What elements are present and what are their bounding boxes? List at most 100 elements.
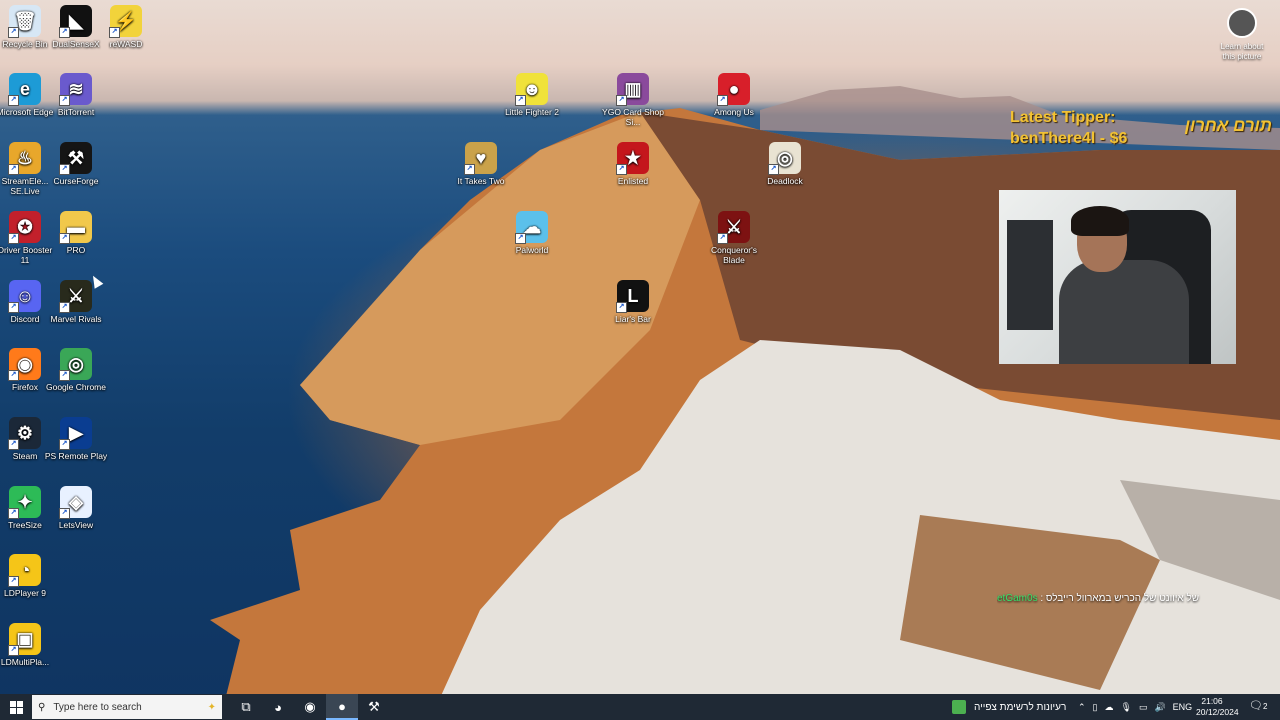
shortcut-arrow-icon: ↗: [59, 508, 70, 519]
firefox-icon: ◉: [304, 699, 316, 714]
conquerors-blade-icon: ⚔ ↗: [717, 211, 750, 244]
desktop-icon-ldplayer[interactable]: ◔ ↗ LDPlayer 9: [0, 554, 57, 598]
shortcut-arrow-icon: ↗: [59, 164, 70, 175]
liars-bar-icon: L ↗: [616, 280, 649, 313]
bittorrent-icon: ≋ ↗: [59, 73, 92, 106]
shortcut-arrow-icon: ↗: [8, 576, 19, 587]
taskbar-pinned-apps: ⧉ ◕ ◉ ● ⚒: [230, 694, 390, 720]
volume-icon[interactable]: 🔊: [1154, 702, 1165, 713]
chat-marquee: etGam0s : של איוונט של הכריש במארוול ריי…: [997, 593, 1207, 604]
desktop-icon-rewasd[interactable]: ⚡ ↗ reWASD: [94, 5, 158, 49]
discord-icon: ☺ ↗: [8, 280, 41, 313]
desktop-icon-label: Marvel Rivals: [50, 314, 102, 324]
desktop-icon-label: CurseForge: [53, 176, 99, 186]
desktop-icon-pro-folder[interactable]: ▬ ↗ PRO: [44, 211, 108, 255]
shortcut-arrow-icon: ↗: [59, 233, 70, 244]
desktop-icon-label: LDMultiPla...: [0, 657, 50, 667]
microphone-icon[interactable]: 🎙: [1121, 702, 1132, 713]
desktop-icon-enlisted[interactable]: ★ ↗ Enlisted: [601, 142, 665, 186]
search-placeholder: Type here to search: [53, 701, 142, 713]
desktop-icon-label: PRO: [66, 245, 86, 255]
desktop-icon-label: Enlisted: [617, 176, 649, 186]
desktop-icon-it-takes-two[interactable]: ♥ ↗ It Takes Two: [449, 142, 513, 186]
desktop-icon-label: Among Us: [714, 107, 754, 117]
desktop-icon-google-chrome[interactable]: ◎ ↗ Google Chrome: [44, 348, 108, 392]
desktop-icon-palworld[interactable]: ☁ ↗ Palworld: [500, 211, 564, 255]
shortcut-arrow-icon: ↗: [8, 508, 19, 519]
language-indicator[interactable]: ENG: [1173, 702, 1193, 712]
news-widget[interactable]: רעיונות לרשימת צפייה: [952, 694, 1066, 720]
shortcut-arrow-icon: ↗: [8, 370, 19, 381]
palworld-icon: ☁ ↗: [515, 211, 548, 244]
desktop-icon-curseforge[interactable]: ⚒ ↗ CurseForge: [44, 142, 108, 186]
shortcut-arrow-icon: ↗: [8, 164, 19, 175]
desktop-icon-ldmultiplayer[interactable]: ▣ ↗ LDMultiPla...: [0, 623, 57, 667]
yugioh-card-shop-icon: ▥ ↗: [616, 73, 649, 106]
camera-icon: [1227, 8, 1257, 38]
desktop-icon-little-fighter[interactable]: ☻ ↗ Little Fighter 2: [500, 73, 564, 117]
clock-date: 20/12/2024: [1196, 707, 1239, 717]
streamelements-icon: ♨ ↗: [8, 142, 41, 175]
recycle-bin-icon: 🗑 ↗: [8, 5, 41, 38]
pro-folder-icon: ▬ ↗: [59, 211, 92, 244]
shortcut-arrow-icon: ↗: [8, 302, 19, 313]
enlisted-icon: ★ ↗: [616, 142, 649, 175]
cloud-icon[interactable]: ☁: [1105, 702, 1114, 713]
desktop-icon-among-us[interactable]: ● ↗ Among Us: [702, 73, 766, 117]
desktop-icon-marvel-rivals[interactable]: ⚔ ↗ Marvel Rivals: [44, 280, 108, 324]
google-chrome-icon: ◎ ↗: [59, 348, 92, 381]
desktop-icon-liars-bar[interactable]: L ↗ Liar's Bar: [601, 280, 665, 324]
dualsensex-icon: ◣ ↗: [59, 5, 92, 38]
shortcut-arrow-icon: ↗: [616, 164, 627, 175]
ldmultiplayer-icon: ▣ ↗: [8, 623, 41, 656]
desktop-icon-label: It Takes Two: [457, 176, 505, 186]
desktop-icon-ps-remote-play[interactable]: ▶ ↗ PS Remote Play: [44, 417, 108, 461]
taskbar-curseforge-button[interactable]: ⚒: [358, 694, 390, 720]
desktop-icon-yugioh-card-shop[interactable]: ▥ ↗ YGO Card Shop Si...: [601, 73, 665, 127]
driver-booster-icon: ✪ ↗: [8, 211, 41, 244]
desktop-icon-label: Liar's Bar: [615, 314, 651, 324]
marvel-rivals-icon: ⚔ ↗: [59, 280, 92, 313]
desktop-icon-label: Palworld: [515, 245, 549, 255]
desktop-icon-label: Google Chrome: [45, 382, 106, 392]
chevron-up-icon[interactable]: ⌃: [1078, 702, 1086, 713]
notification-count: 2: [1262, 702, 1268, 711]
clock[interactable]: 21:06 20/12/2024: [1196, 696, 1239, 718]
windows-icon: [9, 700, 23, 714]
taskbar-obs-button[interactable]: ●: [326, 694, 358, 720]
desktop-icon-conquerors-blade[interactable]: ⚔ ↗ Conqueror's Blade: [702, 211, 766, 265]
marquee-text: : של איוונט של הכריש במארוול רייבלס: [1037, 593, 1200, 604]
notification-center[interactable]: 🗨2: [1249, 699, 1267, 712]
network-icon[interactable]: ▭: [1139, 702, 1148, 713]
marquee-user: etGam0s: [997, 593, 1038, 604]
shortcut-arrow-icon: ↗: [8, 439, 19, 450]
desktop-icon-label: PS Remote Play: [44, 451, 108, 461]
webcam-person-hair: [1071, 206, 1129, 236]
taskbar-messenger-button[interactable]: ◕: [262, 694, 294, 720]
among-us-icon: ● ↗: [717, 73, 750, 106]
desktop-icon-bittorrent[interactable]: ≋ ↗ BitTorrent: [44, 73, 108, 117]
latest-tipper-overlay: Latest Tipper: benThere4l - $6 תורם אחרו…: [1010, 107, 1272, 149]
curseforge-icon: ⚒: [368, 699, 380, 714]
learn-about-picture[interactable]: Learn about this picture: [1214, 8, 1270, 62]
shortcut-arrow-icon: ↗: [464, 164, 475, 175]
desktop-icon-label: LetsView: [58, 520, 94, 530]
it-takes-two-icon: ♥ ↗: [464, 142, 497, 175]
treesize-icon: ✦ ↗: [8, 486, 41, 519]
tray-app-icon[interactable]: ▯: [1093, 702, 1098, 713]
desktop-icon-deadlock[interactable]: ◎ ↗ Deadlock: [753, 142, 817, 186]
firefox-icon: ◉ ↗: [8, 348, 41, 381]
shortcut-arrow-icon: ↗: [616, 302, 627, 313]
desktop-icon-label: YGO Card Shop Si...: [602, 107, 664, 127]
taskbar-search-box[interactable]: ⚲ Type here to search ✦: [32, 695, 222, 719]
shortcut-arrow-icon: ↗: [8, 645, 19, 656]
taskbar-task-view-button[interactable]: ⧉: [230, 694, 262, 720]
desktop-icon-letsview[interactable]: ◈ ↗ LetsView: [44, 486, 108, 530]
webcam-person-body: [1059, 260, 1189, 364]
ps-remote-play-icon: ▶ ↗: [59, 417, 92, 450]
start-button[interactable]: [0, 694, 32, 720]
desktop-icon-label: reWASD: [109, 39, 143, 49]
system-tray: ⌃ ▯ ☁ 🎙 ▭ 🔊 ENG: [1078, 694, 1192, 720]
taskbar-firefox-button[interactable]: ◉: [294, 694, 326, 720]
shortcut-arrow-icon: ↗: [717, 233, 728, 244]
